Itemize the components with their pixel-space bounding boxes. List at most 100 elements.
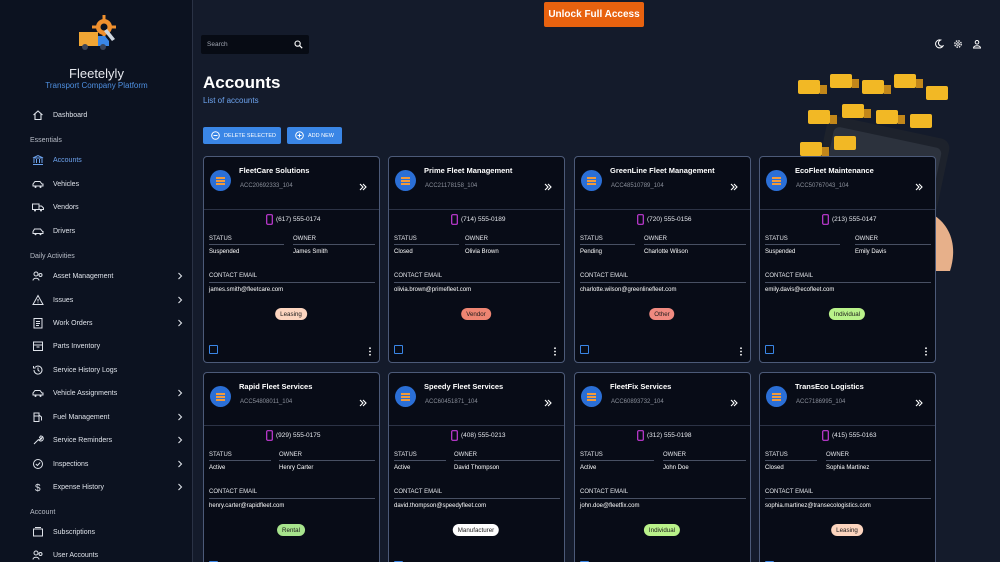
phone-icon [451, 214, 458, 225]
search-input[interactable] [207, 38, 287, 51]
truck-icon [32, 203, 44, 212]
sidebar-item-work-orders[interactable]: Work Orders [0, 313, 192, 333]
phone-text: (213) 555-0147 [832, 216, 877, 223]
card-divider [389, 425, 564, 426]
more-vertical-icon[interactable] [368, 347, 372, 356]
account-card: EcoFleet Maintenance ACC50767043_104 (21… [759, 156, 936, 363]
account-name: Rapid Fleet Services [239, 382, 313, 391]
select-checkbox[interactable] [394, 345, 403, 354]
sidebar-item-vehicle-assignments[interactable]: Vehicle Assignments [0, 383, 192, 403]
sidebar-item-label: Accounts [53, 156, 82, 164]
account-number: ACC60893732_104 [611, 399, 664, 405]
sidebar-item-drivers[interactable]: Drivers [0, 221, 192, 241]
clipboard-icon [33, 318, 43, 329]
delete-selected-button[interactable]: DELETE SELECTED [203, 127, 281, 144]
contact-email-value: james.smith@fleetcare.com [209, 287, 284, 293]
account-name: FleetFix Services [610, 382, 672, 391]
double-chevron-right-icon[interactable] [544, 399, 552, 407]
status-value: Suspended [209, 249, 240, 255]
add-new-button[interactable]: ADD NEW [287, 127, 342, 144]
status-label: STATUS [394, 452, 417, 458]
card-divider [204, 209, 379, 210]
sidebar-item-accounts[interactable]: Accounts [0, 150, 192, 170]
chevron-right-icon [178, 460, 183, 468]
minus-circle-icon [211, 131, 220, 140]
phone-number[interactable]: (714) 555-0189 [451, 214, 531, 225]
phone-icon [822, 430, 829, 441]
person-icon[interactable] [972, 39, 982, 49]
phone-number[interactable]: (720) 555-0156 [637, 214, 717, 225]
sidebar-item-dashboard[interactable]: Dashboard [0, 105, 192, 125]
field-underline [279, 460, 375, 461]
field-underline [209, 498, 375, 499]
double-chevron-right-icon[interactable] [915, 183, 923, 191]
phone-number[interactable]: (617) 555-0174 [266, 214, 346, 225]
double-chevron-right-icon[interactable] [730, 183, 738, 191]
gear-icon[interactable] [953, 39, 963, 49]
contact-email-value: david.thompson@speedyfleet.com [394, 503, 487, 509]
phone-text: (312) 555-0198 [647, 432, 692, 439]
search-icon[interactable] [294, 40, 303, 49]
double-chevron-right-icon[interactable] [359, 399, 367, 407]
sidebar-item-label: Service Reminders [53, 436, 113, 444]
double-chevron-right-icon[interactable] [544, 183, 552, 191]
account-avatar-icon [581, 386, 602, 407]
owner-label: OWNER [465, 236, 488, 242]
sidebar-item-label: Inspections [53, 460, 89, 468]
account-name: Speedy Fleet Services [424, 382, 504, 391]
field-underline [644, 244, 746, 245]
sidebar-item-issues[interactable]: Issues [0, 290, 192, 310]
account-card: Speedy Fleet Services ACC60451871_104 (4… [388, 372, 565, 562]
card-divider [389, 209, 564, 210]
sidebar-item-label: Asset Management [53, 272, 114, 280]
field-underline [394, 282, 560, 283]
owner-label: OWNER [293, 236, 316, 242]
more-vertical-icon[interactable] [739, 347, 743, 356]
select-checkbox[interactable] [209, 345, 218, 354]
select-checkbox[interactable] [765, 345, 774, 354]
more-vertical-icon[interactable] [924, 347, 928, 356]
unlock-full-access-button[interactable]: Unlock Full Access [544, 2, 644, 27]
select-checkbox[interactable] [580, 345, 589, 354]
car-side-icon [32, 228, 44, 236]
account-type-badge: Individual [828, 308, 866, 320]
double-chevron-right-icon[interactable] [730, 399, 738, 407]
sidebar-item-service-history-logs[interactable]: Service History Logs [0, 360, 192, 380]
owner-label: OWNER [663, 452, 686, 458]
sidebar-item-user-accounts[interactable]: User Accounts [0, 545, 192, 562]
contact-email-value: emily.davis@ecofleet.com [765, 287, 835, 293]
sidebar-item-expense-history[interactable]: $ Expense History [0, 477, 192, 497]
status-value: Suspended [765, 249, 796, 255]
account-number: ACC54808011_104 [240, 399, 293, 405]
sidebar-item-vehicles[interactable]: Vehicles [0, 174, 192, 194]
card-divider [760, 209, 935, 210]
card-divider [204, 425, 379, 426]
contact-email-label: CONTACT EMAIL [580, 489, 629, 495]
phone-number[interactable]: (312) 555-0198 [637, 430, 717, 441]
sidebar-item-fuel-management[interactable]: Fuel Management [0, 407, 192, 427]
section-daily-activities: Daily Activities [30, 253, 75, 260]
field-underline [394, 498, 560, 499]
phone-number[interactable]: (929) 555-0175 [266, 430, 346, 441]
phone-number[interactable]: (415) 555-0163 [822, 430, 902, 441]
owner-label: OWNER [279, 452, 302, 458]
sidebar-item-vendors[interactable]: Vendors [0, 197, 192, 217]
status-label: STATUS [765, 236, 788, 242]
sidebar-item-asset-management[interactable]: Asset Management [0, 266, 192, 286]
sidebar-item-label: Fuel Management [53, 413, 110, 421]
sidebar-item-label: Parts Inventory [53, 342, 101, 350]
phone-number[interactable]: (213) 555-0147 [822, 214, 902, 225]
double-chevron-right-icon[interactable] [359, 183, 367, 191]
more-vertical-icon[interactable] [553, 347, 557, 356]
delete-selected-label: DELETE SELECTED [224, 132, 276, 139]
sidebar-item-inspections[interactable]: Inspections [0, 454, 192, 474]
moon-icon[interactable] [934, 39, 944, 49]
field-underline [580, 498, 746, 499]
sidebar-item-parts-inventory[interactable]: Parts Inventory [0, 336, 192, 356]
phone-icon [637, 430, 644, 441]
phone-number[interactable]: (408) 555-0213 [451, 430, 531, 441]
users-icon [32, 550, 43, 560]
double-chevron-right-icon[interactable] [915, 399, 923, 407]
sidebar-item-subscriptions[interactable]: Subscriptions [0, 522, 192, 542]
sidebar-item-service-reminders[interactable]: Service Reminders [0, 430, 192, 450]
